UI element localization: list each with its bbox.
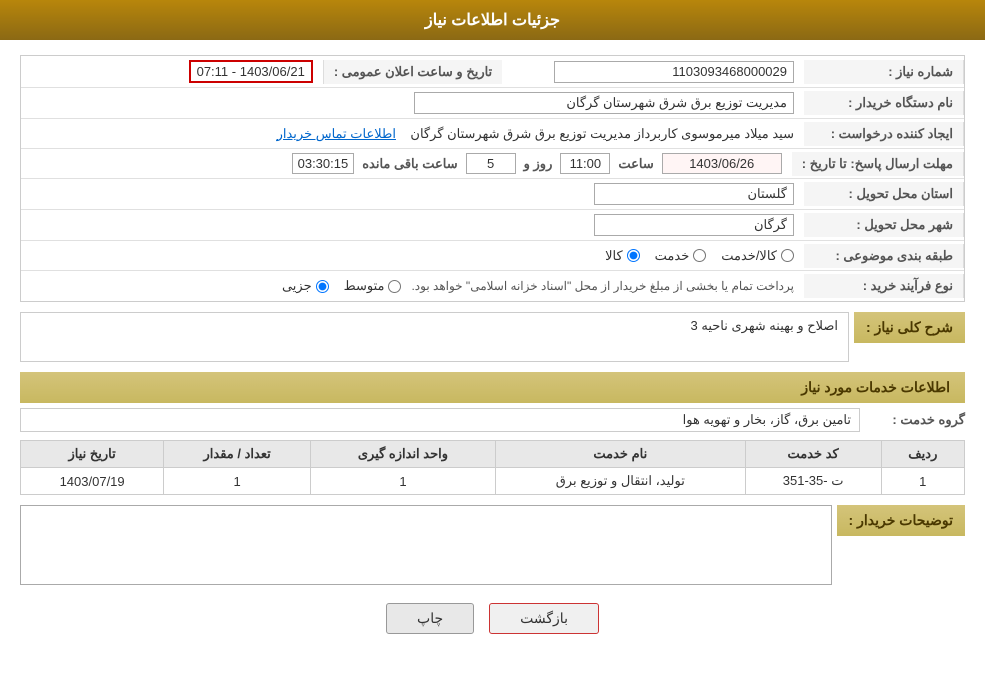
shomare-niaz-value: 1103093468000029 bbox=[502, 57, 804, 87]
grohe-value: تامین برق، گاز، بخار و تهویه هوا bbox=[20, 408, 860, 432]
table-row: 1ت -35-351تولید، انتقال و توزیع برق11140… bbox=[21, 468, 965, 495]
radio-jozi-input[interactable] bbox=[316, 280, 329, 293]
col-tarikh: تاریخ نیاز bbox=[21, 441, 164, 468]
col-kod: کد خدمت bbox=[745, 441, 881, 468]
col-vahed: واحد اندازه گیری bbox=[310, 441, 495, 468]
mohlat-remaining-label: ساعت باقی مانده bbox=[362, 156, 457, 172]
cell-nam: تولید، انتقال و توزیع برق bbox=[495, 468, 745, 495]
mohlat-remaining: 03:30:15 bbox=[292, 153, 355, 174]
radio-kala-input[interactable] bbox=[627, 249, 640, 262]
noe-farayand-value: پرداخت تمام یا بخشی از مبلغ خریدار از مح… bbox=[21, 274, 804, 298]
radio-kala-khadamat-input[interactable] bbox=[781, 249, 794, 262]
radio-jozi-label: جزیی bbox=[282, 278, 312, 294]
grohe-row: گروه خدمت : تامین برق، گاز، بخار و تهویه… bbox=[20, 408, 965, 432]
mohlat-roz: 5 bbox=[466, 153, 516, 174]
farayand-container: پرداخت تمام یا بخشی از مبلغ خریدار از مح… bbox=[31, 278, 794, 294]
cell-radif: 1 bbox=[881, 468, 964, 495]
tabaqe-value: کالا/خدمت خدمت کالا bbox=[21, 244, 804, 268]
nam-dastgah-box: مدیریت توزیع برق شرق شهرستان گرگان bbox=[414, 92, 794, 114]
nam-dastgah-label: نام دستگاه خریدار : bbox=[804, 91, 964, 115]
print-button[interactable]: چاپ bbox=[386, 603, 474, 634]
radio-motovaset-input[interactable] bbox=[388, 280, 401, 293]
grohe-label: گروه خدمت : bbox=[865, 412, 965, 428]
shomare-niaz-label: شماره نیاز : bbox=[804, 60, 964, 84]
cell-tedad: 1 bbox=[164, 468, 311, 495]
sharh-value: اصلاح و بهینه شهری ناحیه 3 bbox=[20, 312, 849, 362]
row-shomare: شماره نیاز : 1103093468000029 تاریخ و سا… bbox=[21, 56, 964, 88]
mohlat-time-label: ساعت bbox=[618, 156, 653, 172]
row-ijad: ایجاد کننده درخواست : سید میلاد میرموسوی… bbox=[21, 119, 964, 149]
shahr-value: گرگان bbox=[21, 210, 804, 240]
row-tabaqe: طبقه بندی موضوعی : کالا/خدمت خدمت bbox=[21, 241, 964, 271]
ijad-text: سید میلاد میرموسوی کاربرداز مدیریت توزیع… bbox=[410, 126, 794, 141]
farayand-radio-group: متوسط جزیی bbox=[282, 278, 402, 294]
tabaqe-label: طبقه بندی موضوعی : bbox=[804, 244, 964, 268]
radio-kala-khadamat: کالا/خدمت bbox=[721, 248, 794, 264]
radio-kala-khadamat-label: کالا/خدمت bbox=[721, 248, 777, 264]
radio-khadamat-label: خدمت bbox=[655, 248, 690, 264]
table-header-row: ردیف کد خدمت نام خدمت واحد اندازه گیری ت… bbox=[21, 441, 965, 468]
col-tedad: تعداد / مقدار bbox=[164, 441, 311, 468]
radio-khadamat: خدمت bbox=[655, 248, 707, 264]
main-info-section: شماره نیاز : 1103093468000029 تاریخ و سا… bbox=[20, 55, 965, 302]
page-container: جزئیات اطلاعات نیاز شماره نیاز : 1103093… bbox=[0, 0, 985, 691]
cell-kod: ت -35-351 bbox=[745, 468, 881, 495]
mohlat-value: 1403/06/26 ساعت 11:00 روز و 5 ساعت باقی … bbox=[21, 149, 792, 178]
ostan-box: گلستان bbox=[594, 183, 794, 205]
row-shahr: شهر محل تحویل : گرگان bbox=[21, 210, 964, 241]
tabaqe-radio-group: کالا/خدمت خدمت کالا bbox=[31, 248, 794, 264]
col-nam: نام خدمت bbox=[495, 441, 745, 468]
toseef-textarea[interactable] bbox=[20, 505, 832, 585]
col-radif: ردیف bbox=[881, 441, 964, 468]
row-nam-dastgah: نام دستگاه خریدار : مدیریت توزیع برق شرق… bbox=[21, 88, 964, 119]
ostan-label: استان محل تحویل : bbox=[804, 182, 964, 206]
row-ostan: استان محل تحویل : گلستان bbox=[21, 179, 964, 210]
mohlat-date: 1403/06/26 bbox=[662, 153, 782, 174]
row-mohlat: مهلت ارسال پاسخ: تا تاریخ : 1403/06/26 س… bbox=[21, 149, 964, 179]
tarikh-box: 1403/06/21 - 07:11 bbox=[189, 60, 313, 83]
button-row: بازگشت چاپ bbox=[20, 588, 965, 649]
khadamat-section-title: اطلاعات خدمات مورد نیاز bbox=[20, 372, 965, 403]
service-table: ردیف کد خدمت نام خدمت واحد اندازه گیری ت… bbox=[20, 440, 965, 495]
mohlat-label: مهلت ارسال پاسخ: تا تاریخ : bbox=[792, 152, 964, 176]
radio-kala-label: کالا bbox=[605, 248, 623, 264]
toseef-row: توضیحات خریدار : bbox=[20, 505, 965, 588]
tarikh-label: تاریخ و ساعت اعلان عمومی : bbox=[323, 60, 502, 84]
back-button[interactable]: بازگشت bbox=[489, 603, 599, 634]
sharh-row: شرح کلی نیاز : اصلاح و بهینه شهری ناحیه … bbox=[20, 312, 965, 362]
mohlat-time: 11:00 bbox=[560, 153, 610, 174]
ijad-label: ایجاد کننده درخواست : bbox=[804, 122, 964, 146]
row-noe-farayand: نوع فرآیند خرید : پرداخت تمام یا بخشی از… bbox=[21, 271, 964, 301]
cell-tarikh: 1403/07/19 bbox=[21, 468, 164, 495]
nam-dastgah-value: مدیریت توزیع برق شرق شهرستان گرگان bbox=[21, 88, 804, 118]
page-title: جزئیات اطلاعات نیاز bbox=[425, 12, 560, 29]
tarikh-value: 1403/06/21 - 07:11 bbox=[21, 56, 323, 87]
time-section: 1403/06/26 ساعت 11:00 روز و 5 ساعت باقی … bbox=[31, 153, 782, 174]
ettelaat-tamas-link[interactable]: اطلاعات تماس خریدار bbox=[277, 126, 396, 141]
shahr-label: شهر محل تحویل : bbox=[804, 213, 964, 237]
radio-motovaset: متوسط bbox=[344, 278, 402, 294]
sharh-label: شرح کلی نیاز : bbox=[854, 312, 965, 343]
ijad-value: سید میلاد میرموسوی کاربرداز مدیریت توزیع… bbox=[21, 122, 804, 146]
toseef-label: توضیحات خریدار : bbox=[837, 505, 965, 536]
radio-jozi: جزیی bbox=[282, 278, 329, 294]
noe-farayand-label: نوع فرآیند خرید : bbox=[804, 274, 964, 298]
radio-kala: کالا bbox=[605, 248, 640, 264]
noe-note: پرداخت تمام یا بخشی از مبلغ خریدار از مح… bbox=[411, 279, 794, 293]
toseef-container bbox=[20, 505, 832, 588]
shomare-niaz-box: 1103093468000029 bbox=[554, 61, 794, 83]
mohlat-roz-label: روز و bbox=[524, 156, 553, 172]
content-area: شماره نیاز : 1103093468000029 تاریخ و سا… bbox=[0, 40, 985, 664]
ostan-value: گلستان bbox=[21, 179, 804, 209]
radio-khadamat-input[interactable] bbox=[693, 249, 706, 262]
shahr-box: گرگان bbox=[594, 214, 794, 236]
radio-motovaset-label: متوسط bbox=[344, 278, 385, 294]
cell-vahed: 1 bbox=[310, 468, 495, 495]
header-bar: جزئیات اطلاعات نیاز bbox=[0, 0, 985, 40]
